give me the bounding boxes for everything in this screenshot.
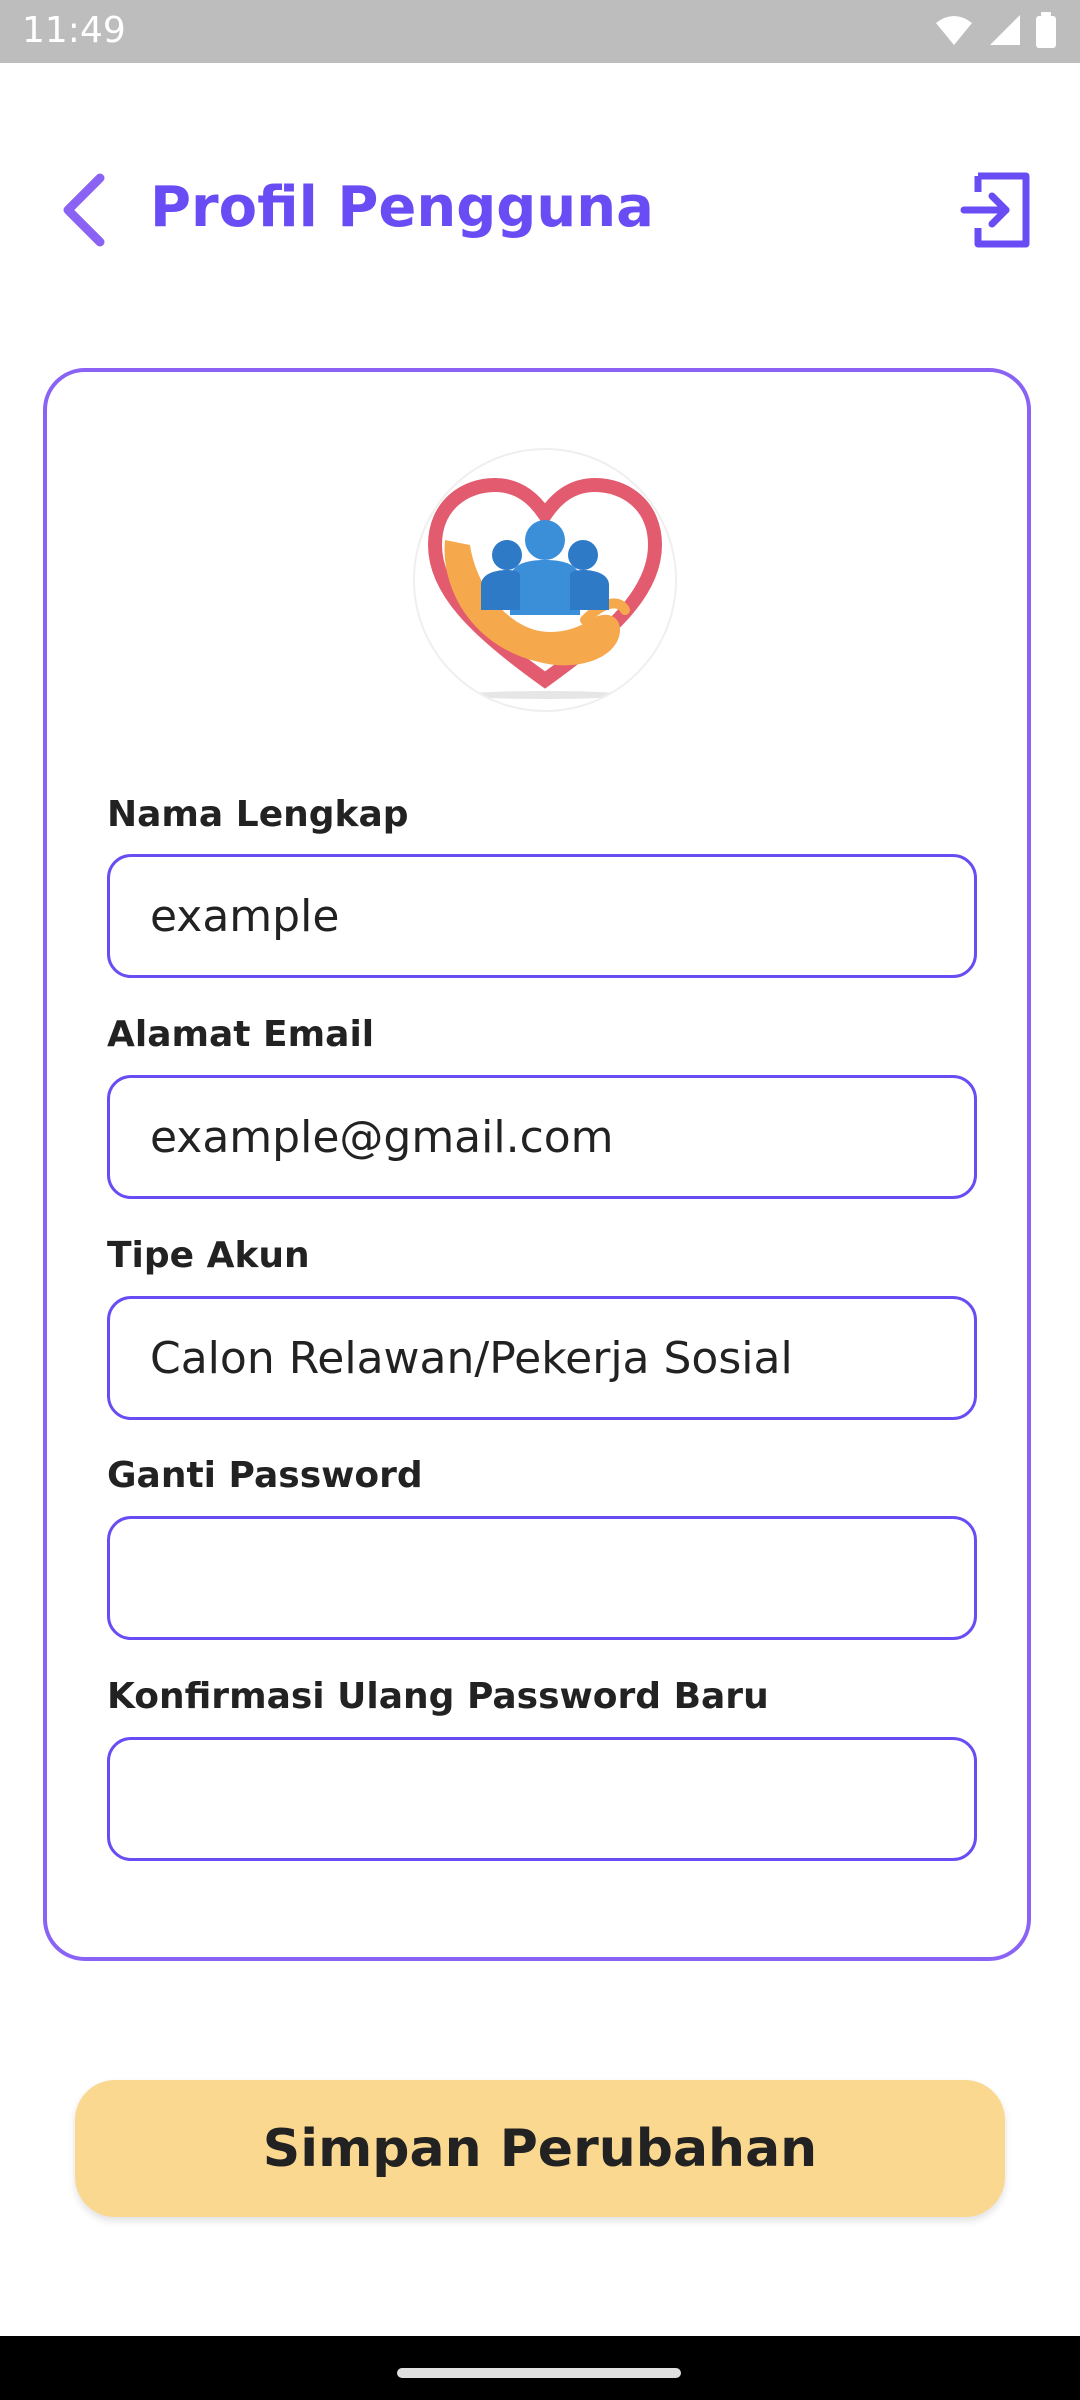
home-indicator[interactable]	[397, 2368, 681, 2378]
status-time: 11:49	[22, 10, 126, 51]
full-name-field[interactable]: example	[107, 854, 977, 978]
battery-icon	[1036, 12, 1056, 48]
email-label: Alamat Email	[107, 1014, 375, 1055]
wifi-icon	[936, 16, 972, 45]
profile-card: Nama Lengkap example Alamat Email exampl…	[43, 368, 1031, 1961]
back-button[interactable]	[52, 170, 132, 250]
chevron-left-icon	[63, 173, 105, 247]
full-name-label: Nama Lengkap	[107, 794, 409, 835]
page-title: Profil Pengguna	[150, 175, 654, 240]
change-password-label: Ganti Password	[107, 1455, 423, 1496]
save-changes-button[interactable]: Simpan Perubahan	[75, 2080, 1005, 2217]
status-bar: 11:49	[0, 0, 1080, 63]
header: Profil Pengguna	[0, 150, 1080, 270]
confirm-password-label: Konfirmasi Ulang Password Baru	[107, 1676, 769, 1717]
avatar	[413, 448, 677, 712]
status-icons	[934, 12, 1056, 48]
account-type-field[interactable]: Calon Relawan/Pekerja Sosial	[107, 1296, 977, 1420]
signal-icon	[990, 15, 1020, 45]
logout-button[interactable]	[956, 170, 1036, 250]
community-logo-icon	[427, 477, 663, 699]
logout-icon	[960, 172, 1030, 248]
email-field[interactable]: example@gmail.com	[107, 1075, 977, 1199]
account-type-label: Tipe Akun	[107, 1235, 310, 1276]
confirm-password-field[interactable]	[107, 1737, 977, 1861]
change-password-field[interactable]	[107, 1516, 977, 1640]
